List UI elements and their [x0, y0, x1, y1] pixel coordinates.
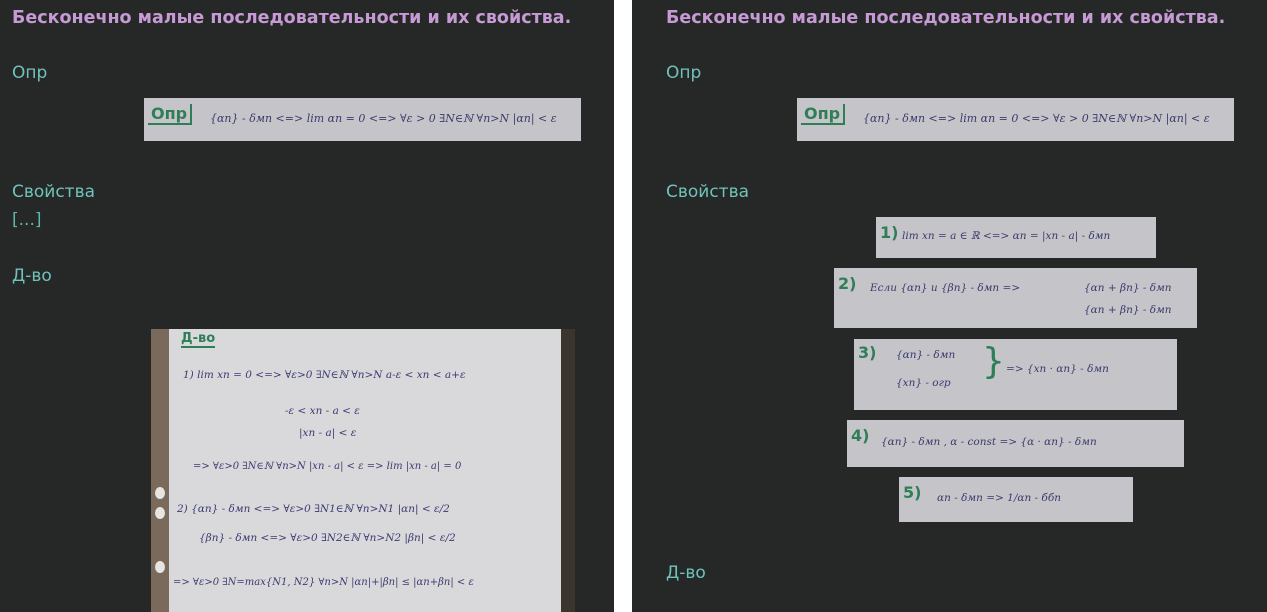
definition-heading: Опр [12, 63, 48, 83]
property-formula-line: {αn + βn} - δмп [1084, 282, 1172, 294]
property-number: 4) [851, 426, 870, 445]
proof-heading: Д-во [666, 563, 706, 583]
definition-heading: Опр [666, 63, 702, 83]
property-formula-result: => {xn · αn} - δмп [1006, 363, 1109, 375]
property-formula: {αn} - δмп , α - const => {α · αn} - δмп [881, 436, 1097, 448]
property-number: 2) [838, 274, 857, 293]
proof-line: => ∀ε>0 ∃N=max{N1, N2} ∀n>N |αn|+|βn| ≤ … [173, 577, 474, 588]
proof-line: {βn} - δмп <=> ∀ε>0 ∃N2∈ℕ ∀n>N2 |βn| < ε… [199, 532, 456, 544]
property-image-2: 2) Если {αn} и {βn} - δмп => {αn + βn} -… [834, 268, 1197, 328]
property-number: 3) [858, 343, 877, 362]
properties-heading: Свойства [12, 182, 96, 202]
property-formula-line: {xn} - огр [896, 377, 951, 389]
proof-line: => ∀ε>0 ∃N∈ℕ ∀n>N |xn - a| < ε => lim |x… [193, 461, 462, 472]
proof-heading: Д-во [12, 266, 52, 286]
collapsed-properties-toggle[interactable]: [...] [12, 210, 41, 230]
proof-line: |xn - a| < ε [299, 427, 357, 439]
binder-hole [155, 507, 165, 519]
proof-line: 2) {αn} - δмп <=> ∀ε>0 ∃N1∈ℕ ∀n>N1 |αn| … [177, 503, 450, 515]
note-title: Бесконечно малые последовательности и их… [666, 8, 1226, 28]
note-title: Бесконечно малые последовательности и их… [12, 8, 572, 28]
property-image-1: 1) lim xn = a ∈ ℝ <=> αn = |xn - a| - δм… [876, 217, 1156, 258]
proof-line: -ε < xn - a < ε [285, 405, 360, 417]
definition-image-tag: Опр [148, 104, 193, 125]
property-formula: Если {αn} и {βn} - δмп => [870, 282, 1021, 294]
definition-image: Опр {αn} - δмп <=> lim αn = 0 <=> ∀ε > 0… [144, 98, 581, 141]
binder-hole [155, 561, 165, 573]
proof-photo-image: Д-во 1) lim xn = 0 <=> ∀ε>0 ∃N∈ℕ ∀n>N a-… [151, 329, 575, 612]
proof-line: 1) lim xn = 0 <=> ∀ε>0 ∃N∈ℕ ∀n>N a-ε < x… [183, 369, 466, 381]
property-number: 1) [880, 223, 899, 242]
binder-hole [155, 487, 165, 499]
left-note-pane: Бесконечно малые последовательности и их… [0, 0, 614, 612]
property-formula-line: {αn} - δмп [896, 349, 956, 361]
property-formula-line: {αn + βn} - δмп [1084, 304, 1172, 316]
definition-image-formula: {αn} - δмп <=> lim αn = 0 <=> ∀ε > 0 ∃N∈… [210, 112, 557, 125]
definition-image: Опр {αn} - δмп <=> lim αn = 0 <=> ∀ε > 0… [797, 98, 1234, 141]
property-image-4: 4) {αn} - δмп , α - const => {α · αn} - … [847, 420, 1184, 467]
proof-photo-tag: Д-во [181, 331, 216, 348]
property-image-3: 3) {αn} - δмп {xn} - огр } => {xn · αn} … [854, 339, 1177, 410]
definition-image-formula: {αn} - δмп <=> lim αn = 0 <=> ∀ε > 0 ∃N∈… [863, 112, 1210, 125]
property-image-5: 5) αn - δмп => 1/αn - ббп [899, 477, 1133, 522]
definition-image-tag: Опр [801, 104, 846, 125]
property-number: 5) [903, 483, 922, 502]
curly-brace-icon: } [982, 341, 1005, 382]
photo-background-edge [561, 329, 575, 612]
property-formula: αn - δмп => 1/αn - ббп [937, 492, 1062, 504]
right-note-pane: Бесконечно малые последовательности и их… [632, 0, 1267, 612]
property-formula: lim xn = a ∈ ℝ <=> αn = |xn - a| - δмп [902, 230, 1111, 242]
notebook-page: Д-во 1) lim xn = 0 <=> ∀ε>0 ∃N∈ℕ ∀n>N a-… [169, 329, 561, 612]
properties-heading: Свойства [666, 182, 750, 202]
